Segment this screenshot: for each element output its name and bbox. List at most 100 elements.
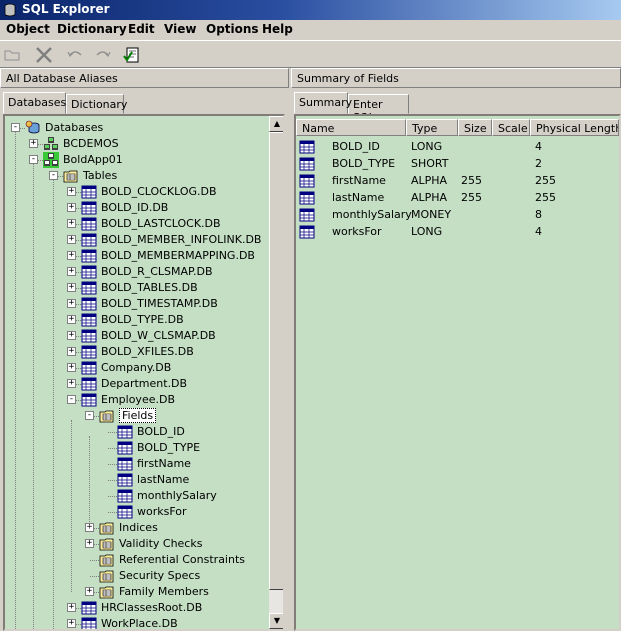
tree-node-bcdemos[interactable]: + BCDEMOS	[5, 136, 267, 152]
tree-node-employee-child[interactable]: Referential Constraints	[5, 552, 267, 568]
fields-grid[interactable]: Name Type Size Scale Physical Length BOL…	[294, 114, 621, 631]
database-app-icon[interactable]	[3, 3, 17, 17]
menu-dictionary[interactable]: Dictionary	[57, 22, 127, 36]
expand-plus-icon[interactable]: +	[67, 219, 76, 228]
tree-node-table[interactable]: + Company.DB	[5, 360, 267, 376]
tree-node-fields[interactable]: - Fields	[5, 408, 267, 424]
expand-plus-icon[interactable]: +	[67, 363, 76, 372]
expand-plus-icon[interactable]: +	[29, 139, 38, 148]
column-header-type[interactable]: Type	[406, 119, 458, 136]
collapse-minus-icon[interactable]: -	[29, 155, 38, 164]
tree-node-employee-child[interactable]: Security Specs	[5, 568, 267, 584]
column-header-scale[interactable]: Scale	[492, 119, 530, 136]
grid-cell-name[interactable]: firstName	[332, 174, 386, 187]
delete-button[interactable]	[33, 44, 55, 66]
collapse-minus-icon[interactable]: -	[67, 395, 76, 404]
redo-button[interactable]	[92, 44, 114, 66]
open-button[interactable]	[2, 44, 24, 66]
expand-plus-icon[interactable]: +	[67, 187, 76, 196]
tree-node-table[interactable]: + BOLD_ID.DB	[5, 200, 267, 216]
grid-cell-physical-length[interactable]: 8	[535, 208, 542, 221]
tree-node-employee-child[interactable]: + Validity Checks	[5, 536, 267, 552]
tree-node-table[interactable]: + BOLD_R_CLSMAP.DB	[5, 264, 267, 280]
tree-node-table[interactable]: + BOLD_MEMBER_INFOLINK.DB	[5, 232, 267, 248]
apply-button[interactable]	[121, 44, 143, 66]
tree-node-field[interactable]: monthlySalary	[5, 488, 267, 504]
expand-plus-icon[interactable]: +	[67, 267, 76, 276]
grid-cell-type[interactable]: ALPHA	[411, 174, 447, 187]
expand-plus-icon[interactable]: +	[67, 299, 76, 308]
collapse-minus-icon[interactable]: -	[11, 123, 20, 132]
tree-node-table[interactable]: + BOLD_LASTCLOCK.DB	[5, 216, 267, 232]
tree-node-field[interactable]: lastName	[5, 472, 267, 488]
grid-cell-name[interactable]: BOLD_ID	[332, 140, 380, 153]
tree-node-table[interactable]: + BOLD_TIMESTAMP.DB	[5, 296, 267, 312]
tree-node-field[interactable]: BOLD_TYPE	[5, 440, 267, 456]
expand-plus-icon[interactable]: +	[67, 235, 76, 244]
tree-node-tables[interactable]: - Tables	[5, 168, 267, 184]
tree-node-table[interactable]: + BOLD_TYPE.DB	[5, 312, 267, 328]
tree-node-employee-child[interactable]: + Family Members	[5, 584, 267, 600]
menu-object[interactable]: Object	[6, 22, 50, 36]
column-header-physical-length[interactable]: Physical Length	[530, 119, 619, 136]
grid-cell-physical-length[interactable]: 255	[535, 191, 556, 204]
column-header-name[interactable]: Name	[296, 119, 406, 136]
tree-node-employee-child[interactable]: + Indices	[5, 520, 267, 536]
menu-options[interactable]: Options	[206, 22, 259, 36]
tree-node-table[interactable]: + BOLD_XFILES.DB	[5, 344, 267, 360]
tab-databases[interactable]: Databases	[3, 92, 66, 114]
tree-node-databases[interactable]: - Databases	[5, 120, 267, 136]
tree-node-field[interactable]: BOLD_ID	[5, 424, 267, 440]
tree-node-boldapp01[interactable]: - BoldApp01	[5, 152, 267, 168]
grid-cell-name[interactable]: lastName	[332, 191, 384, 204]
tree-node-field[interactable]: firstName	[5, 456, 267, 472]
expand-plus-icon[interactable]: +	[67, 203, 76, 212]
tree-node-table[interactable]: + BOLD_MEMBERMAPPING.DB	[5, 248, 267, 264]
menu-edit[interactable]: Edit	[128, 22, 155, 36]
expand-plus-icon[interactable]: +	[67, 347, 76, 356]
tree-node-table[interactable]: + BOLD_W_CLSMAP.DB	[5, 328, 267, 344]
expand-plus-icon[interactable]: +	[67, 331, 76, 340]
scroll-down-button[interactable]: ▼	[269, 613, 283, 629]
expand-plus-icon[interactable]: +	[67, 379, 76, 388]
tree-node-table[interactable]: + WorkPlace.DB	[5, 616, 267, 629]
grid-cell-type[interactable]: LONG	[411, 225, 442, 238]
grid-cell-physical-length[interactable]: 2	[535, 157, 542, 170]
tree-node-table[interactable]: + BOLD_CLOCKLOG.DB	[5, 184, 267, 200]
grid-cell-name[interactable]: BOLD_TYPE	[332, 157, 395, 170]
grid-cell-name[interactable]: monthlySalary	[332, 208, 412, 221]
expand-plus-icon[interactable]: +	[67, 283, 76, 292]
tab-dictionary[interactable]: Dictionary	[66, 94, 127, 114]
grid-cell-physical-length[interactable]: 4	[535, 225, 542, 238]
tree-node-field[interactable]: worksFor	[5, 504, 267, 520]
tab-enter-sql[interactable]: Enter SQL	[348, 94, 409, 124]
scroll-thumb[interactable]	[269, 132, 283, 590]
menu-view[interactable]: View	[164, 22, 196, 36]
grid-cell-size[interactable]: 255	[461, 174, 482, 187]
grid-cell-physical-length[interactable]: 4	[535, 140, 542, 153]
collapse-minus-icon[interactable]: -	[49, 171, 58, 180]
menu-help[interactable]: Help	[262, 22, 293, 36]
collapse-minus-icon[interactable]: -	[85, 411, 94, 420]
tree-node-table[interactable]: - Employee.DB	[5, 392, 267, 408]
grid-cell-type[interactable]: SHORT	[411, 157, 448, 170]
expand-plus-icon[interactable]: +	[67, 619, 76, 628]
grid-cell-physical-length[interactable]: 255	[535, 174, 556, 187]
tab-summary[interactable]: Summary	[294, 92, 352, 114]
grid-cell-type[interactable]: MONEY	[411, 208, 451, 221]
expand-plus-icon[interactable]: +	[67, 251, 76, 260]
tree-node-table[interactable]: + BOLD_TABLES.DB	[5, 280, 267, 296]
tree-scrollbar[interactable]: ▲ ▼	[269, 116, 283, 629]
scroll-up-button[interactable]: ▲	[269, 116, 283, 132]
tree-node-table[interactable]: + Department.DB	[5, 376, 267, 392]
grid-cell-type[interactable]: LONG	[411, 140, 442, 153]
database-tree[interactable]: - Databases + BCDEMOS - BoldApp01- Tables + BOLD…	[3, 114, 285, 631]
expand-plus-icon[interactable]: +	[67, 603, 76, 612]
tree-node-table[interactable]: + HRClassesRoot.DB	[5, 600, 267, 616]
grid-cell-name[interactable]: worksFor	[332, 225, 382, 238]
expand-plus-icon[interactable]: +	[85, 587, 94, 596]
expand-plus-icon[interactable]: +	[67, 315, 76, 324]
expand-plus-icon[interactable]: +	[85, 539, 94, 548]
column-header-size[interactable]: Size	[458, 119, 492, 136]
grid-cell-size[interactable]: 255	[461, 191, 482, 204]
